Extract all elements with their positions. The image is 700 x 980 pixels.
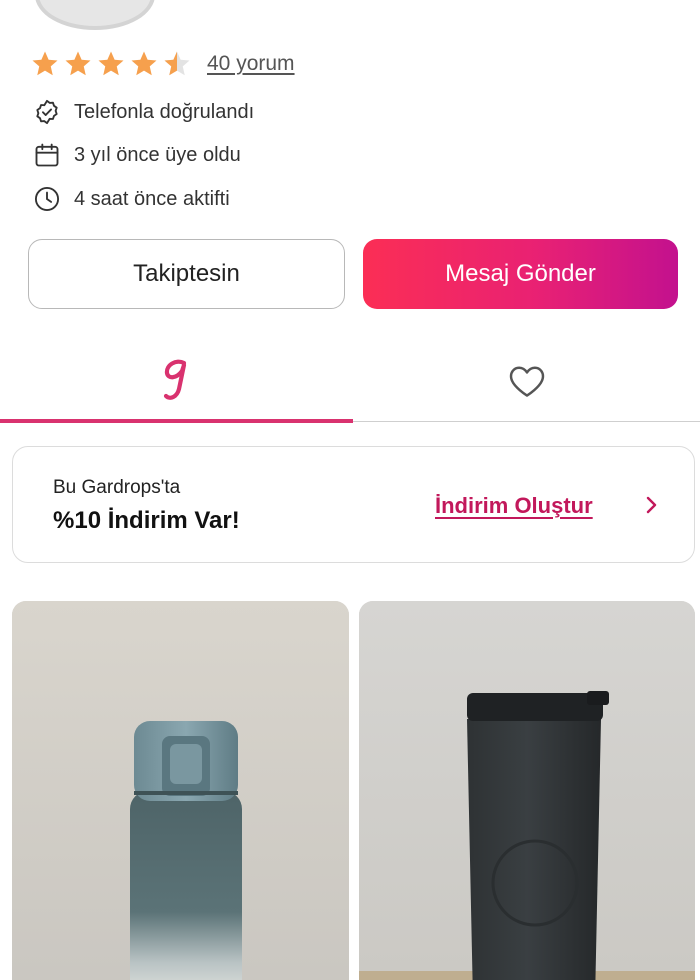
- tab-likes[interactable]: [353, 338, 700, 422]
- heart-icon: [509, 366, 544, 397]
- rating-row: 40 yorum: [30, 48, 295, 80]
- discount-title: %10 İndirim Var!: [53, 507, 240, 534]
- half-star-icon: [164, 51, 190, 76]
- chevron-right-icon[interactable]: [641, 493, 661, 517]
- product-card[interactable]: [12, 601, 349, 980]
- verified-row: Telefonla doğrulandı: [33, 97, 254, 127]
- create-discount-link[interactable]: İndirim Oluştur: [435, 493, 593, 519]
- gardrops-g-icon: [163, 359, 186, 400]
- product-card[interactable]: [359, 601, 695, 980]
- last-active-text: 4 saat önce aktifti: [74, 187, 230, 210]
- active-tab-indicator: [0, 419, 353, 423]
- clock-icon: [34, 186, 60, 212]
- star-icon: [65, 51, 91, 76]
- calendar-icon: [35, 143, 59, 167]
- discount-subtitle: Bu Gardrops'ta: [53, 477, 181, 498]
- follow-button[interactable]: Takiptesin: [28, 239, 345, 309]
- reviews-link[interactable]: 40 yorum: [207, 52, 295, 76]
- discount-banner: Bu Gardrops'ta %10 İndirim Var! İndirim …: [12, 446, 695, 563]
- profile-tabs: [0, 338, 700, 423]
- avatar[interactable]: [35, 0, 155, 30]
- product-image: [12, 601, 349, 980]
- send-message-button[interactable]: Mesaj Gönder: [363, 239, 678, 309]
- star-icon: [32, 51, 58, 76]
- verified-text: Telefonla doğrulandı: [74, 100, 255, 123]
- star-icon: [131, 51, 157, 76]
- member-since-text: 3 yıl önce üye oldu: [74, 143, 241, 166]
- product-image: [359, 601, 695, 980]
- star-icon: [98, 51, 124, 76]
- member-since-row: 3 yıl önce üye oldu: [33, 140, 241, 170]
- last-active-row: 4 saat önce aktifti: [33, 184, 230, 214]
- tab-wardrobe[interactable]: [0, 338, 353, 422]
- verified-badge-icon: [36, 99, 58, 125]
